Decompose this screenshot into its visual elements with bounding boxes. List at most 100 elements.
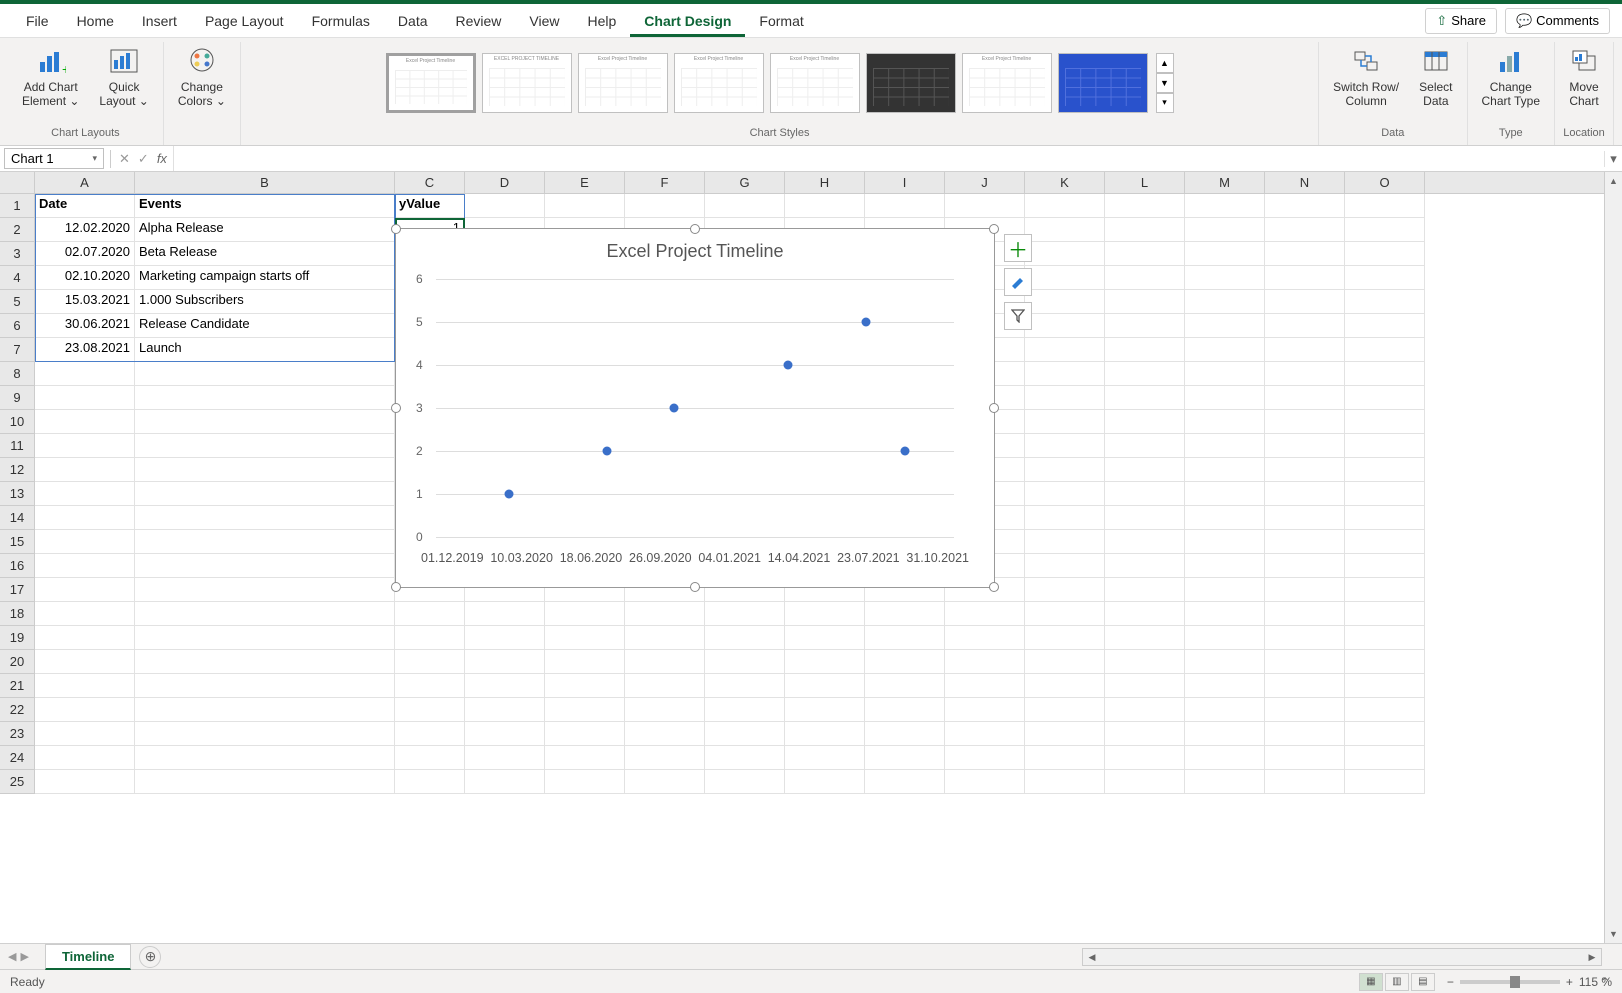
cell-L15[interactable]: [1105, 530, 1185, 554]
cell-A17[interactable]: [35, 578, 135, 602]
cell-I22[interactable]: [865, 698, 945, 722]
cell-H19[interactable]: [785, 626, 865, 650]
row-header-13[interactable]: 13: [0, 482, 34, 506]
cell-O8[interactable]: [1345, 362, 1425, 386]
cell-O13[interactable]: [1345, 482, 1425, 506]
col-header-E[interactable]: E: [545, 172, 625, 193]
chart-style-3[interactable]: Excel Project Timeline: [578, 53, 668, 113]
cell-M17[interactable]: [1185, 578, 1265, 602]
cell-B14[interactable]: [135, 506, 395, 530]
cell-O24[interactable]: [1345, 746, 1425, 770]
cell-E25[interactable]: [545, 770, 625, 794]
row-header-9[interactable]: 9: [0, 386, 34, 410]
view-page-layout[interactable]: ▥: [1385, 973, 1409, 991]
cell-L1[interactable]: [1105, 194, 1185, 218]
cell-H1[interactable]: [785, 194, 865, 218]
cell-M19[interactable]: [1185, 626, 1265, 650]
cell-L25[interactable]: [1105, 770, 1185, 794]
cell-C20[interactable]: [395, 650, 465, 674]
cell-O21[interactable]: [1345, 674, 1425, 698]
cell-I19[interactable]: [865, 626, 945, 650]
cell-C1[interactable]: yValue: [395, 194, 465, 218]
chart-handle[interactable]: [391, 582, 401, 592]
cell-B1[interactable]: Events: [135, 194, 395, 218]
cell-L18[interactable]: [1105, 602, 1185, 626]
cell-G19[interactable]: [705, 626, 785, 650]
chart-handle[interactable]: [690, 224, 700, 234]
cell-F19[interactable]: [625, 626, 705, 650]
cell-N15[interactable]: [1265, 530, 1345, 554]
row-header-10[interactable]: 10: [0, 410, 34, 434]
cell-O12[interactable]: [1345, 458, 1425, 482]
cell-O20[interactable]: [1345, 650, 1425, 674]
cell-L2[interactable]: [1105, 218, 1185, 242]
cell-L3[interactable]: [1105, 242, 1185, 266]
cell-A8[interactable]: [35, 362, 135, 386]
cell-K21[interactable]: [1025, 674, 1105, 698]
cell-A14[interactable]: [35, 506, 135, 530]
cell-D23[interactable]: [465, 722, 545, 746]
cell-B16[interactable]: [135, 554, 395, 578]
cell-M21[interactable]: [1185, 674, 1265, 698]
row-header-14[interactable]: 14: [0, 506, 34, 530]
cell-K12[interactable]: [1025, 458, 1105, 482]
cell-J19[interactable]: [945, 626, 1025, 650]
cell-M5[interactable]: [1185, 290, 1265, 314]
cell-B3[interactable]: Beta Release: [135, 242, 395, 266]
cell-C18[interactable]: [395, 602, 465, 626]
formula-input[interactable]: [173, 146, 1604, 171]
cell-L21[interactable]: [1105, 674, 1185, 698]
tab-data[interactable]: Data: [384, 5, 442, 37]
cell-A12[interactable]: [35, 458, 135, 482]
cell-N10[interactable]: [1265, 410, 1345, 434]
chart-handle[interactable]: [989, 224, 999, 234]
cell-D22[interactable]: [465, 698, 545, 722]
cell-A10[interactable]: [35, 410, 135, 434]
row-header-24[interactable]: 24: [0, 746, 34, 770]
cell-N21[interactable]: [1265, 674, 1345, 698]
cell-M1[interactable]: [1185, 194, 1265, 218]
cell-H18[interactable]: [785, 602, 865, 626]
cell-I23[interactable]: [865, 722, 945, 746]
cell-E22[interactable]: [545, 698, 625, 722]
cell-A13[interactable]: [35, 482, 135, 506]
col-header-J[interactable]: J: [945, 172, 1025, 193]
cell-N6[interactable]: [1265, 314, 1345, 338]
cell-A15[interactable]: [35, 530, 135, 554]
row-header-16[interactable]: 16: [0, 554, 34, 578]
cell-B21[interactable]: [135, 674, 395, 698]
chart-styles-button[interactable]: [1004, 268, 1032, 296]
chart-style-2[interactable]: EXCEL PROJECT TIMELINE: [482, 53, 572, 113]
tab-page-layout[interactable]: Page Layout: [191, 5, 298, 37]
cell-B13[interactable]: [135, 482, 395, 506]
select-data-button[interactable]: Select Data: [1413, 42, 1458, 113]
cell-K25[interactable]: [1025, 770, 1105, 794]
col-header-B[interactable]: B: [135, 172, 395, 193]
cell-N11[interactable]: [1265, 434, 1345, 458]
cell-M12[interactable]: [1185, 458, 1265, 482]
cell-O3[interactable]: [1345, 242, 1425, 266]
cell-D18[interactable]: [465, 602, 545, 626]
cell-F21[interactable]: [625, 674, 705, 698]
cell-M23[interactable]: [1185, 722, 1265, 746]
cell-H25[interactable]: [785, 770, 865, 794]
cell-O17[interactable]: [1345, 578, 1425, 602]
cell-O4[interactable]: [1345, 266, 1425, 290]
view-normal[interactable]: ▦: [1359, 973, 1383, 991]
cell-B25[interactable]: [135, 770, 395, 794]
scroll-up[interactable]: ▲: [1605, 172, 1622, 190]
cell-N24[interactable]: [1265, 746, 1345, 770]
cell-L22[interactable]: [1105, 698, 1185, 722]
cell-E19[interactable]: [545, 626, 625, 650]
cell-D25[interactable]: [465, 770, 545, 794]
cell-A5[interactable]: 15.03.2021: [35, 290, 135, 314]
cell-L11[interactable]: [1105, 434, 1185, 458]
row-header-1[interactable]: 1: [0, 194, 34, 218]
cell-B17[interactable]: [135, 578, 395, 602]
cell-J23[interactable]: [945, 722, 1025, 746]
chart-handle[interactable]: [989, 582, 999, 592]
cell-N7[interactable]: [1265, 338, 1345, 362]
cell-J25[interactable]: [945, 770, 1025, 794]
enter-formula-icon[interactable]: ✓: [138, 151, 149, 167]
cell-K15[interactable]: [1025, 530, 1105, 554]
